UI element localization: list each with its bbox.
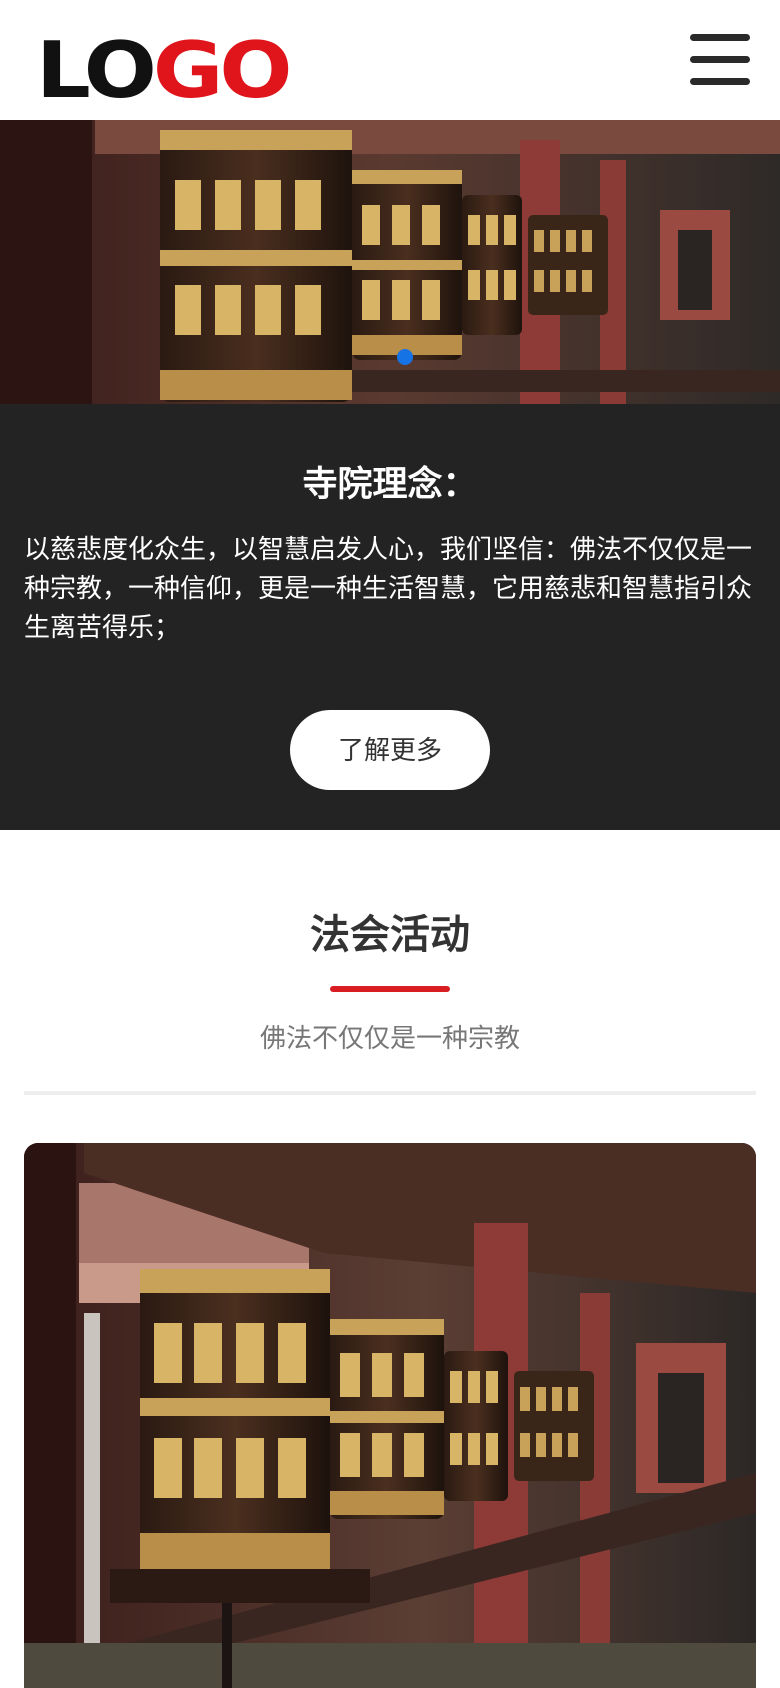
menu-line	[690, 78, 750, 85]
site-logo[interactable]: LO GO	[36, 26, 293, 116]
hamburger-menu-icon[interactable]	[690, 34, 750, 86]
logo-text-black: LO	[36, 26, 157, 116]
carousel-indicator[interactable]	[397, 349, 413, 365]
activities-subtitle: 佛法不仅仅是一种宗教	[259, 1023, 520, 1053]
activity-card-image[interactable]	[24, 1143, 756, 1688]
menu-line	[690, 34, 750, 41]
temple-concept-section: 寺院理念： 以慈悲度化众生，以智慧启发人心，我们坚信：佛法不仅仅是一种宗教，一种…	[0, 404, 780, 830]
prayer-wheels-image	[24, 1143, 756, 1688]
menu-line	[690, 56, 750, 63]
logo-text-red: GO	[152, 26, 293, 116]
hero-banner-image[interactable]	[0, 120, 780, 404]
title-accent-bar	[330, 986, 450, 992]
prayer-wheels-image	[0, 120, 780, 404]
section-divider	[24, 1091, 756, 1095]
concept-title: 寺院理念：	[302, 465, 478, 504]
site-header: LO GO	[0, 0, 780, 120]
concept-description: 以慈悲度化众生，以智慧启发人心，我们坚信：佛法不仅仅是一种宗教，一种信仰，更是一…	[24, 534, 753, 642]
learn-more-button[interactable]: 了解更多	[290, 710, 490, 790]
activities-title: 法会活动	[310, 913, 470, 957]
